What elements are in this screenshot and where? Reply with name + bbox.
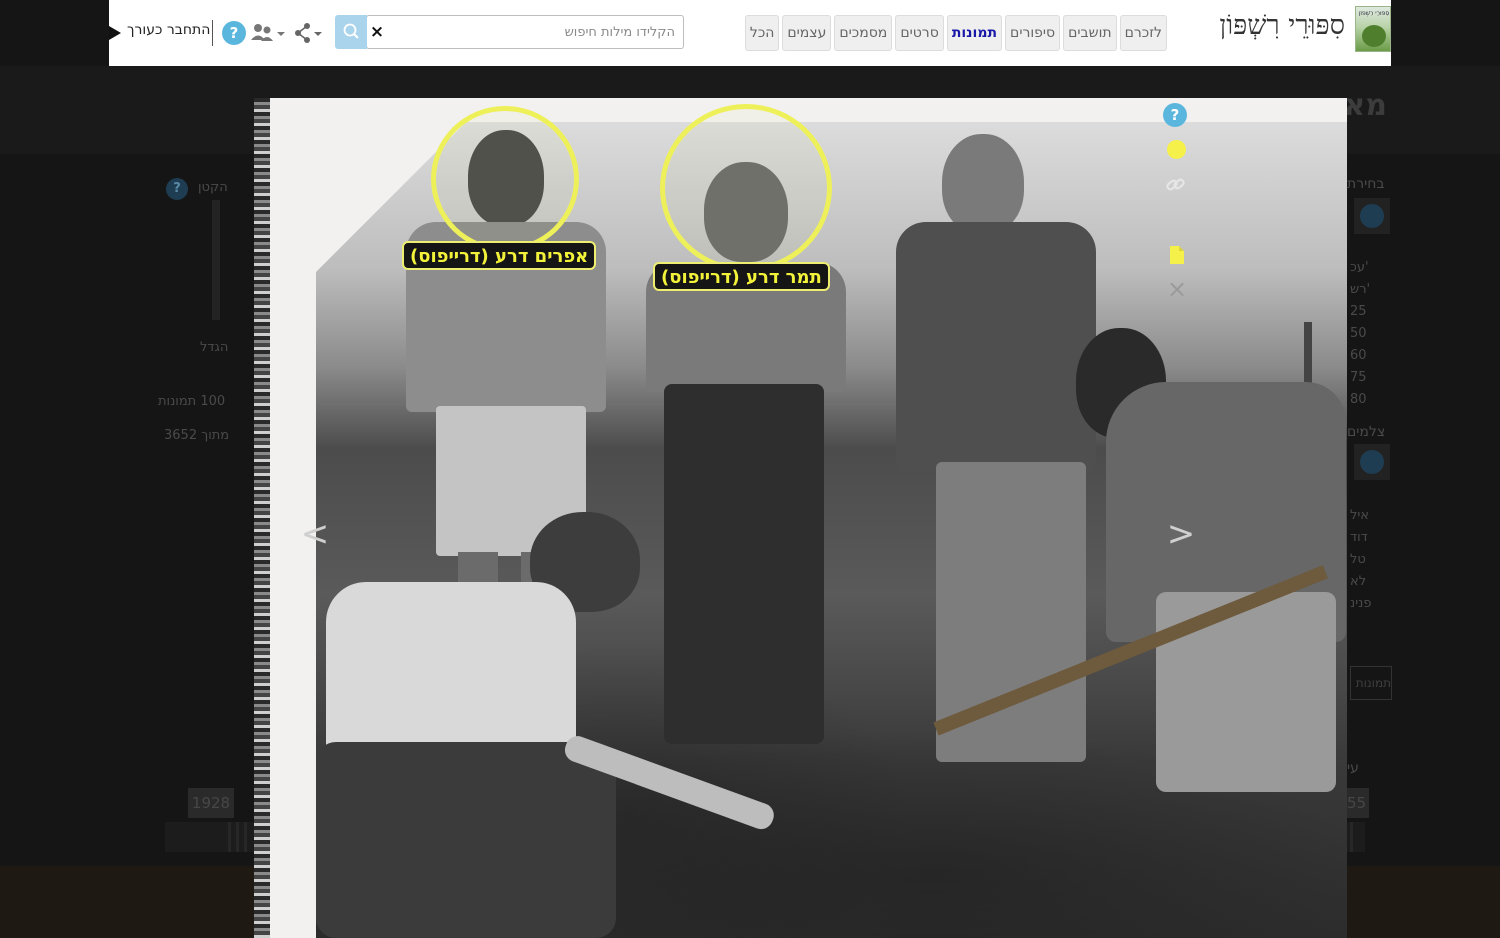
cardigan bbox=[896, 222, 1096, 472]
tab-photos[interactable]: תמונות bbox=[946, 15, 1003, 51]
top-bar: סִפּוּרֵי רִשְׁפּוֹן סִפּוּרֵי רִשְׁפּוֹ… bbox=[109, 0, 1391, 66]
trousers bbox=[664, 384, 824, 744]
users-menu-button[interactable] bbox=[250, 22, 288, 44]
list-item: 50 bbox=[1350, 326, 1367, 341]
background-help-icon: ? bbox=[166, 178, 188, 200]
help-icon[interactable]: ? bbox=[222, 21, 246, 45]
help-icon[interactable]: ? bbox=[1163, 103, 1187, 127]
shirt bbox=[326, 582, 576, 762]
size-slider bbox=[212, 200, 220, 320]
name-tag[interactable]: תמר דרע (דרייפוס) bbox=[653, 262, 830, 291]
torn-photo-edge bbox=[254, 98, 270, 938]
search-icon bbox=[343, 23, 359, 39]
tab-documents[interactable]: מסמכים bbox=[834, 15, 893, 51]
list-item: 25 bbox=[1350, 304, 1367, 319]
list-item: 80 bbox=[1350, 392, 1367, 407]
share-icon bbox=[295, 23, 322, 43]
background-photos-button: תמונות bbox=[1350, 666, 1392, 700]
timeline-start-year: 1928 bbox=[188, 788, 234, 818]
login-link[interactable]: התחבר כעורך bbox=[127, 22, 210, 38]
photographers-label: צלמים bbox=[1347, 424, 1386, 440]
text-line: טל bbox=[1350, 552, 1366, 567]
shrink-label: הקטן bbox=[198, 180, 228, 195]
face-tag-circle[interactable] bbox=[431, 106, 579, 252]
trousers bbox=[316, 742, 616, 938]
search-input[interactable] bbox=[393, 16, 683, 48]
search-button[interactable] bbox=[335, 15, 367, 49]
timeline-tick bbox=[236, 822, 239, 852]
timeline-end-year: 55 bbox=[1347, 788, 1369, 818]
total-count-label: מתוך 3652 bbox=[164, 428, 230, 443]
head bbox=[942, 134, 1024, 234]
search-box: × bbox=[366, 15, 684, 49]
background-help-icon-3 bbox=[1360, 450, 1384, 474]
background-help-icon-2 bbox=[1360, 204, 1384, 228]
list-item: 60 bbox=[1350, 348, 1367, 363]
logo-small-text: סִפּוּרֵי רִשְׁפּוֹן bbox=[1358, 10, 1390, 17]
next-photo-button[interactable]: > bbox=[1166, 514, 1196, 554]
text-line: לא bbox=[1350, 574, 1367, 589]
tab-films[interactable]: סרטים bbox=[895, 15, 944, 51]
close-icon[interactable]: × bbox=[1166, 277, 1188, 301]
users-icon bbox=[251, 24, 285, 41]
clear-search-icon[interactable]: × bbox=[369, 20, 385, 44]
photo-viewer: אפרים דרע (דרייפוס) תמר דרע (דרייפוס) ? … bbox=[254, 98, 1347, 938]
name-tag[interactable]: אפרים דרע (דרייפוס) bbox=[402, 241, 597, 270]
timeline-tick bbox=[1350, 822, 1353, 852]
link-icon[interactable] bbox=[1165, 175, 1187, 195]
face-tag-circle[interactable] bbox=[660, 104, 832, 272]
select-label: בחירת bbox=[1347, 176, 1385, 192]
photo-count-label: 100 תמונות bbox=[158, 394, 226, 409]
timeline-tick bbox=[244, 822, 247, 852]
share-button[interactable] bbox=[294, 22, 326, 44]
tag-dot-icon[interactable] bbox=[1167, 140, 1186, 159]
tab-all[interactable]: הכל bbox=[744, 15, 780, 51]
enlarge-label: הגדל bbox=[200, 340, 229, 355]
toolbar-divider bbox=[212, 20, 213, 46]
site-title[interactable]: סִפּוּרֵי רִשְׁפּוֹן bbox=[1219, 10, 1345, 41]
document-icon[interactable] bbox=[1169, 245, 1185, 265]
era-label: עי bbox=[1347, 760, 1359, 776]
login-arrow-icon[interactable] bbox=[109, 26, 121, 40]
previous-photo-button[interactable]: < bbox=[300, 514, 330, 554]
site-logo[interactable]: סִפּוּרֵי רִשְׁפּוֹן bbox=[1355, 6, 1391, 52]
tab-memorial[interactable]: לזכרם bbox=[1119, 15, 1167, 51]
background-page-heading: מא bbox=[1347, 88, 1387, 123]
tree-icon bbox=[1362, 25, 1386, 47]
list-item: 'רש bbox=[1350, 282, 1371, 297]
text-line: פנינ bbox=[1350, 596, 1372, 611]
timeline-tick bbox=[228, 822, 231, 852]
main-nav: לזכרם תושבים סיפורים תמונות סרטים מסמכים… bbox=[744, 15, 1167, 51]
list-item: 75 bbox=[1350, 370, 1367, 385]
text-line: איל bbox=[1350, 508, 1369, 523]
tab-stories[interactable]: סיפורים bbox=[1005, 15, 1061, 51]
list-item: 'עכ bbox=[1350, 260, 1369, 275]
text-line: דוד bbox=[1350, 530, 1368, 545]
tab-objects[interactable]: עצמים bbox=[782, 15, 832, 51]
tab-residents[interactable]: תושבים bbox=[1063, 15, 1117, 51]
